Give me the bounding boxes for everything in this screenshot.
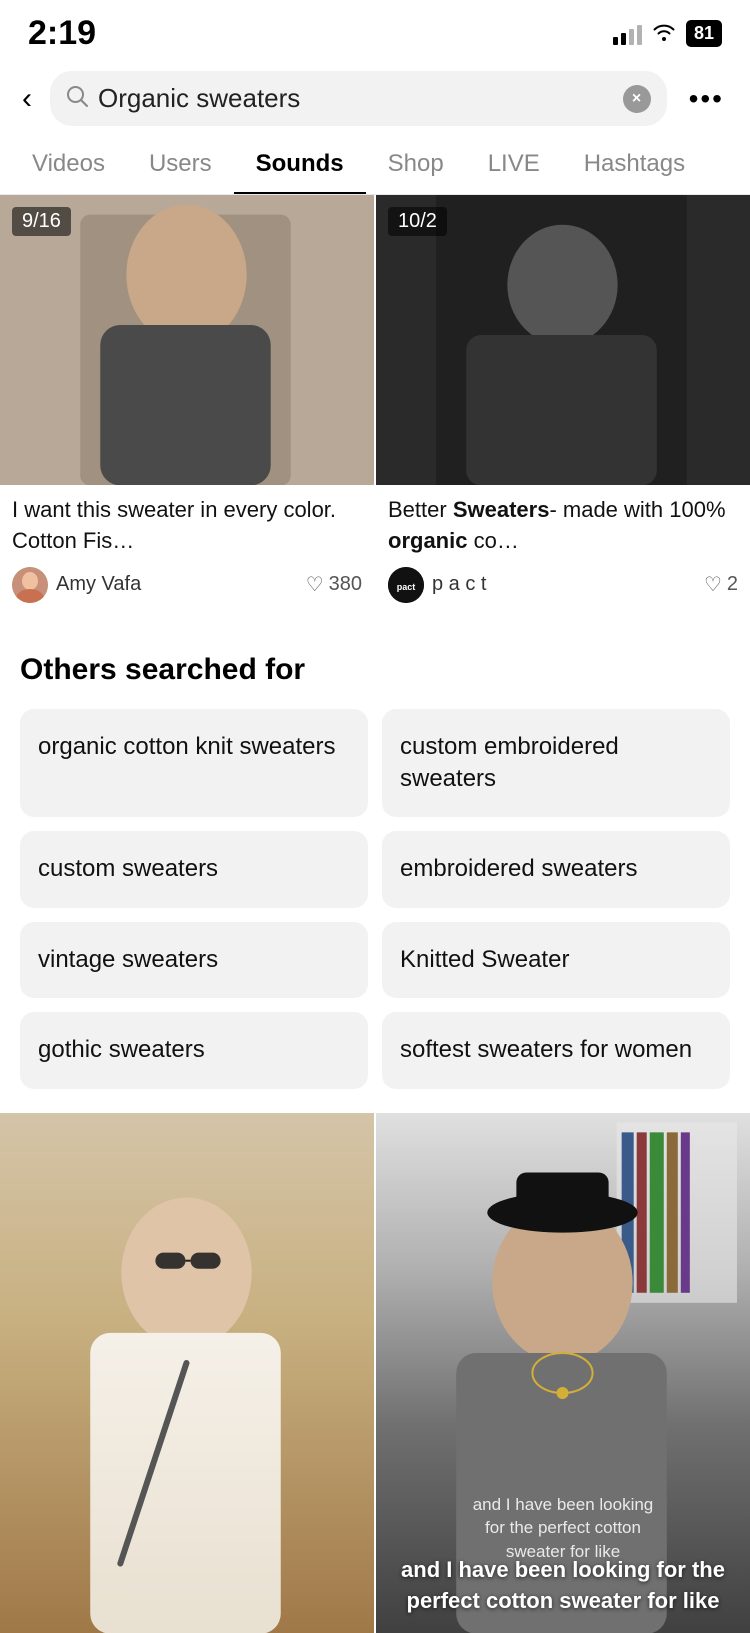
author-avatar-pact: pact [388, 567, 424, 603]
search-icon [66, 85, 88, 113]
others-searched-section: Others searched for organic cotton knit … [0, 617, 750, 1109]
video-title-left: I want this sweater in every color. Cott… [12, 495, 362, 557]
video-thumbnail-right [376, 195, 750, 485]
others-searched-title: Others searched for [20, 653, 730, 687]
tab-hashtags[interactable]: Hashtags [562, 136, 707, 194]
video-author-right: pact p a c t [388, 567, 486, 603]
likes-count-left: 380 [329, 573, 362, 596]
video-card-right[interactable]: 10/2 Better Sweaters- made with 100% org… [376, 195, 750, 617]
bottom-video-grid: and I have been lookingfor the perfect c… [0, 1113, 750, 1633]
signal-icon [613, 23, 642, 45]
suggestion-gothic-sweaters[interactable]: gothic sweaters [20, 1012, 368, 1088]
status-bar: 2:19 81 [0, 0, 750, 61]
suggestion-custom-sweaters[interactable]: custom sweaters [20, 831, 368, 907]
video-likes-left: ♡ 380 [306, 572, 362, 597]
search-area: ‹ Organic sweaters × ••• [0, 61, 750, 136]
likes-count-right: 2 [727, 573, 738, 596]
overlay-text-top: and I have been lookingfor the perfect c… [386, 1493, 740, 1564]
video-author-left: Amy Vafa [12, 567, 141, 603]
video-info-right: Better Sweaters- made with 100% organic … [376, 485, 750, 617]
svg-text:pact: pact [397, 582, 416, 592]
tab-shop[interactable]: Shop [366, 136, 466, 194]
video-card-left[interactable]: 9/16 I want this sweater in every color.… [0, 195, 374, 617]
wifi-icon [652, 21, 676, 47]
suggestion-knitted-sweater[interactable]: Knitted Sweater [382, 922, 730, 998]
suggestions-grid: organic cotton knit sweaters custom embr… [20, 709, 730, 1089]
tab-live[interactable]: LIVE [466, 136, 562, 194]
author-avatar-left [12, 567, 48, 603]
tab-sounds[interactable]: Sounds [234, 136, 366, 194]
tab-users[interactable]: Users [127, 136, 234, 194]
search-bar[interactable]: Organic sweaters × [50, 71, 667, 126]
video-results-grid: 9/16 I want this sweater in every color.… [0, 195, 750, 617]
suggestion-row-1: organic cotton knit sweaters custom embr… [20, 709, 730, 818]
video-info-left: I want this sweater in every color. Cott… [0, 485, 374, 617]
video-thumbnail-left [0, 195, 374, 485]
video-meta-left: Amy Vafa ♡ 380 [12, 567, 362, 603]
bottom-video-card-right[interactable]: and I have been lookingfor the perfect c… [376, 1113, 750, 1633]
suggestion-organic-cotton-knit[interactable]: organic cotton knit sweaters [20, 709, 368, 818]
suggestion-softest-sweaters[interactable]: softest sweaters for women [382, 1012, 730, 1088]
suggestion-embroidered-sweaters[interactable]: embroidered sweaters [382, 831, 730, 907]
author-name-right: p a c t [432, 573, 486, 596]
clear-search-button[interactable]: × [623, 85, 651, 113]
suggestion-custom-embroidered[interactable]: custom embroidered sweaters [382, 709, 730, 818]
status-icons: 81 [613, 20, 722, 47]
more-options-button[interactable]: ••• [681, 79, 732, 119]
video-likes-right: ♡ 2 [704, 572, 738, 597]
video-title-right: Better Sweaters- made with 100% organic … [388, 495, 738, 557]
video-meta-right: pact p a c t ♡ 2 [388, 567, 738, 603]
battery-icon: 81 [686, 20, 722, 47]
status-time: 2:19 [28, 14, 96, 53]
suggestion-row-2: custom sweaters embroidered sweaters [20, 831, 730, 907]
video-date-right: 10/2 [388, 207, 447, 236]
search-query[interactable]: Organic sweaters [98, 83, 613, 114]
tab-videos[interactable]: Videos [10, 136, 127, 194]
back-button[interactable]: ‹ [18, 78, 36, 120]
suggestion-vintage-sweaters[interactable]: vintage sweaters [20, 922, 368, 998]
overlay-text-bottom: and I have been looking for the perfect … [386, 1555, 740, 1617]
author-name-left: Amy Vafa [56, 573, 141, 596]
suggestion-row-4: gothic sweaters softest sweaters for wom… [20, 1012, 730, 1088]
nav-tabs: Videos Users Sounds Shop LIVE Hashtags [0, 136, 750, 195]
bottom-video-card-left[interactable] [0, 1113, 374, 1633]
suggestion-row-3: vintage sweaters Knitted Sweater [20, 922, 730, 998]
heart-icon-right: ♡ [704, 572, 722, 597]
heart-icon-left: ♡ [306, 572, 324, 597]
video-date-left: 9/16 [12, 207, 71, 236]
